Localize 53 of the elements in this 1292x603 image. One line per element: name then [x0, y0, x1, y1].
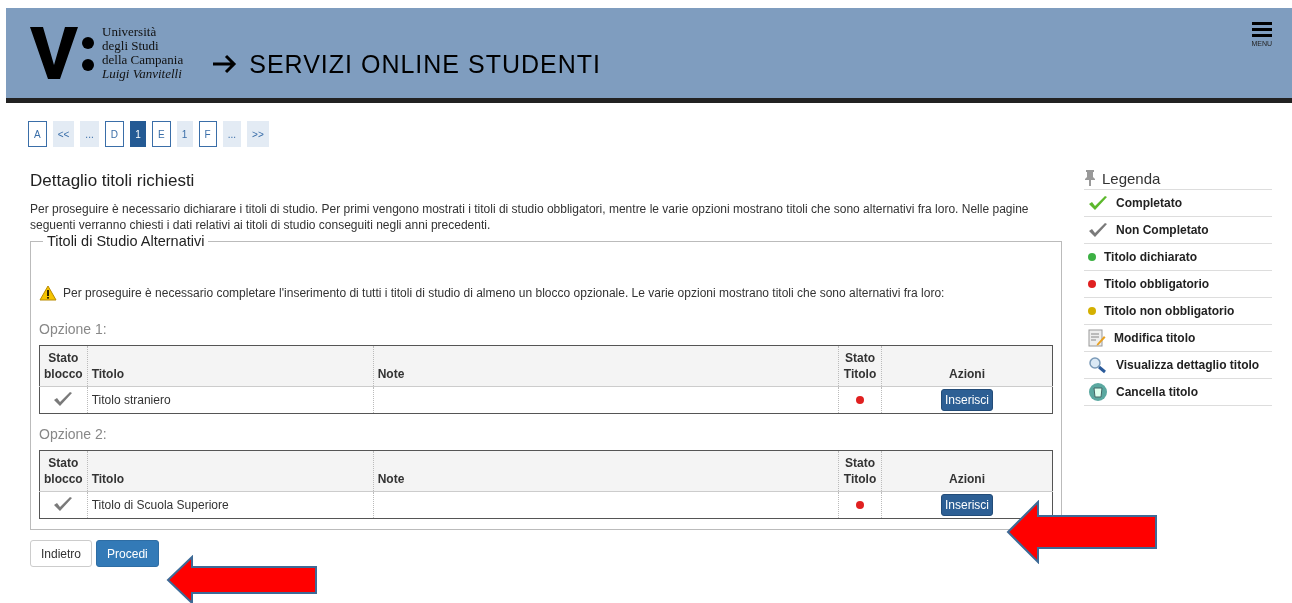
university-name: della Campania: [102, 53, 184, 67]
page-step[interactable]: A: [28, 121, 47, 147]
column-header: Titolo: [87, 345, 374, 387]
page-step[interactable]: 1: [129, 121, 146, 147]
table-cell: Titolo di Scuola Superiore: [87, 491, 374, 519]
column-header: Note: [373, 345, 839, 387]
page-step[interactable]: F: [198, 121, 217, 147]
legend-label: Completato: [1116, 196, 1182, 210]
panel-title: Titoli di Studio Alternativi: [46, 233, 206, 249]
option-label: Opzione 2:: [39, 426, 108, 442]
intro-text: Per proseguire è necessario dichiarare i titoli di studio. Per primi vengono mostrati i titoli di studio obbligatori, mentre le varie opzioni mostrano titoli che sono alternativi fra loro. Nelle pagine seguenti verranno chiesti i dati relativi ai titoli di studio conseguiti negli anni precedenti.: [30, 201, 1030, 233]
page-step[interactable]: 1: [176, 121, 193, 147]
warning-text: Per proseguire è necessario completare l'inserimento di tutti i titoli di studio di almeno un blocco opzionale. Le varie opzioni mostrano titoli che sono alternativi fra loro:: [63, 286, 945, 300]
legend-label: Cancella titolo: [1116, 385, 1198, 399]
university-name: Università: [102, 25, 158, 39]
column-header: Azioni: [881, 345, 1053, 387]
legend-label: Visualizza dettaglio titolo: [1116, 358, 1260, 372]
column-header: Stato blocco: [39, 345, 88, 387]
page-step[interactable]: E: [151, 121, 171, 147]
university-name: degli Studi: [102, 39, 160, 53]
legend-label: Titolo dichiarato: [1104, 250, 1198, 264]
search-icon: [1088, 356, 1108, 374]
column-header: Stato blocco: [39, 450, 88, 492]
university-logo-icon: [30, 25, 94, 81]
insert-button[interactable]: Inserisci: [941, 494, 993, 516]
page-step[interactable]: ...: [222, 121, 242, 147]
edit-document-icon: [1088, 329, 1106, 347]
page-step[interactable]: <<: [52, 121, 75, 147]
insert-button[interactable]: Inserisci: [941, 389, 993, 411]
column-header: Stato Titolo: [838, 345, 882, 387]
page-step[interactable]: >>: [247, 121, 269, 147]
page-step[interactable]: D: [104, 121, 124, 147]
legend-label: Titolo obbligatorio: [1104, 277, 1210, 291]
table-cell: Titolo straniero: [87, 386, 374, 414]
university-name: Luigi Vanvitelli: [102, 67, 182, 81]
column-header: Titolo: [87, 450, 374, 492]
legend-label: Modifica titolo: [1114, 331, 1196, 345]
back-button[interactable]: Indietro: [30, 540, 93, 567]
legend-label: Titolo non obbligatorio: [1104, 304, 1235, 318]
page-title: Dettaglio titoli richiesti: [30, 171, 196, 191]
column-header: Stato Titolo: [838, 450, 882, 492]
column-header: Note: [373, 450, 839, 492]
legend-label: Non Completato: [1116, 223, 1209, 237]
legend-title: Legenda: [1102, 169, 1161, 187]
arrow-right-icon: [213, 54, 238, 74]
page-step[interactable]: ...: [80, 121, 99, 147]
site-title: SERVIZI ONLINE STUDENTI: [249, 49, 601, 79]
column-header: Azioni: [881, 450, 1053, 492]
trash-icon: [1088, 382, 1108, 402]
proceed-button[interactable]: Procedi: [96, 540, 159, 567]
option-label: Opzione 1:: [39, 321, 108, 337]
pin-icon: [1084, 169, 1096, 187]
warning-icon: [39, 285, 57, 301]
